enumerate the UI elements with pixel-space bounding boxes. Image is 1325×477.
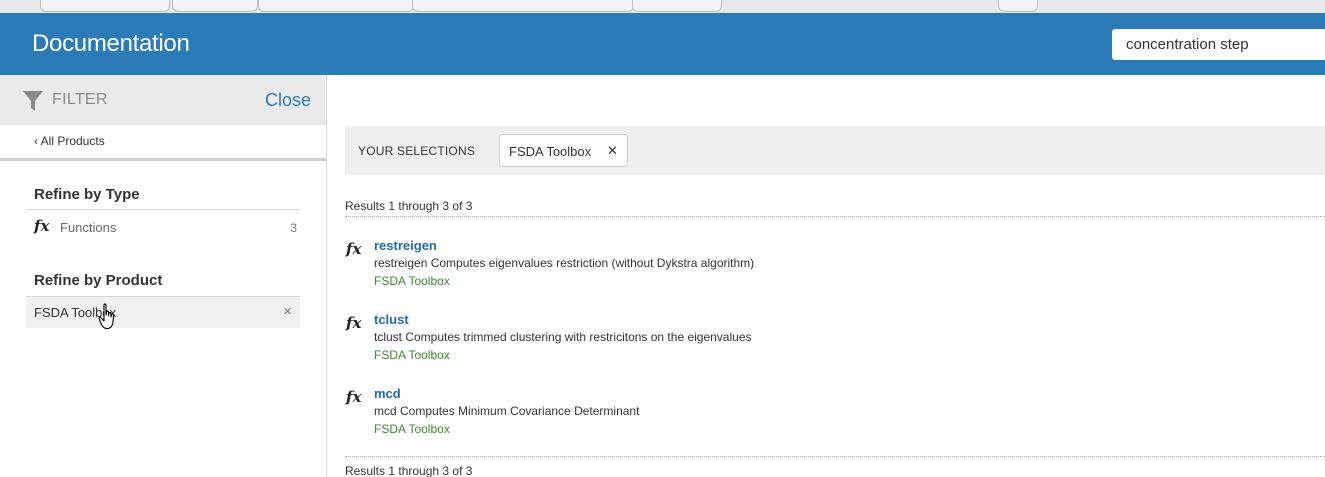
close-button[interactable]: Close [265,90,311,111]
filter-bar: FILTER Close [0,75,326,125]
results-summary-top: Results 1 through 3 of 3 [345,199,1325,217]
result-description: mcd Computes Minimum Covariance Determin… [374,404,640,418]
function-icon: fx [346,314,362,332]
hand-cursor-icon [98,303,115,330]
remove-product-filter-icon[interactable]: × [283,303,292,320]
type-filter-label: Functions [60,220,117,235]
result-product: FSDA Toolbox [374,274,450,288]
browser-tab[interactable] [172,0,258,12]
type-filter-count: 3 [290,221,297,235]
selection-chip-label: FSDA Toolbox [509,144,592,159]
result-description: restreigen Computes eigenvalues restrict… [374,256,755,270]
all-products-link-row: ‹ All Products [0,125,326,161]
browser-tab[interactable] [258,0,414,12]
your-selections-bar: YOUR SELECTIONS FSDA Toolbox ✕ [345,126,1325,175]
selection-chip-fsda-toolbox: FSDA Toolbox ✕ [499,134,628,167]
result-description: tclust Computes trimmed clustering with … [374,330,752,344]
function-icon: fx [346,388,362,406]
result-product: FSDA Toolbox [374,422,450,436]
page-title: Documentation [32,30,190,57]
result-link[interactable]: restreigen [374,238,437,253]
header-bar: Documentation [0,13,1325,75]
your-selections-label: YOUR SELECTIONS [358,144,476,158]
all-products-link[interactable]: ‹ All Products [34,134,105,148]
refine-by-type-heading: Refine by Type [34,186,140,203]
browser-tab[interactable] [40,0,170,12]
function-icon: fx [34,217,50,235]
search-input[interactable] [1112,29,1325,60]
filter-sidebar: FILTER Close ‹ All Products Refine by Ty… [0,75,327,477]
filter-icon [23,91,43,111]
remove-selection-icon[interactable]: ✕ [607,143,618,159]
product-filter-fsda-toolbox[interactable]: FSDA Toolbox × [26,296,300,328]
browser-tab-strip [0,0,1325,13]
browser-tab[interactable] [998,0,1038,12]
function-icon: fx [346,240,362,258]
result-product: FSDA Toolbox [374,348,450,362]
filter-label: FILTER [52,91,108,108]
results-summary-bottom: Results 1 through 3 of 3 [345,456,1325,477]
browser-tab[interactable] [632,0,722,12]
result-link[interactable]: tclust [374,312,409,327]
refine-by-product-heading: Refine by Product [34,272,163,289]
browser-tab[interactable] [412,0,634,12]
type-filter-functions[interactable]: fx Functions 3 [26,209,300,239]
result-link[interactable]: mcd [374,386,401,401]
